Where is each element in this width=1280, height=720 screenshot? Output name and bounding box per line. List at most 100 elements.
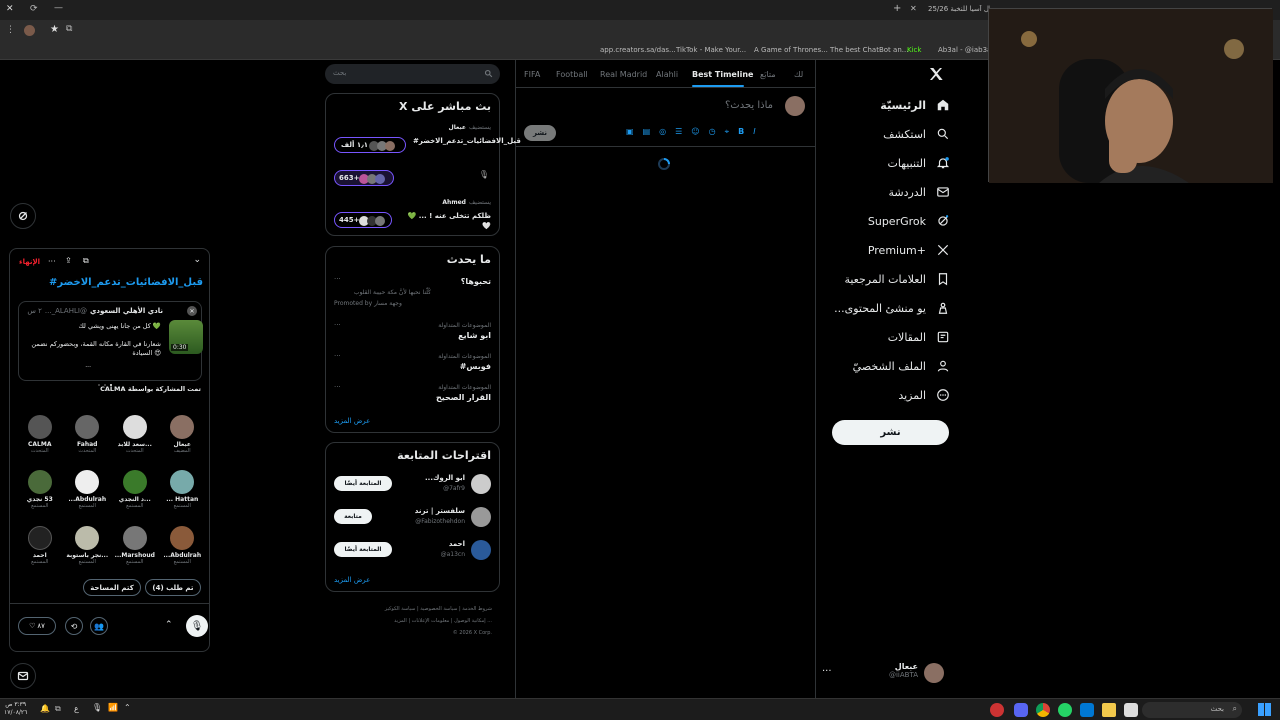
trend-1-name[interactable]: ابو شايع (458, 331, 491, 340)
participant[interactable]: Abdulrah... المستمع (64, 470, 112, 519)
tray-icon[interactable]: ⧉ (55, 704, 61, 714)
italic-icon[interactable]: I (753, 127, 755, 139)
outlook-icon[interactable] (1080, 703, 1094, 717)
gif-icon[interactable]: ▤ (643, 127, 651, 139)
footer-link[interactable]: إمكانية الوصول (454, 618, 485, 624)
schedule-icon[interactable]: ◷ (709, 127, 716, 139)
close-icon[interactable]: ✕ (6, 4, 14, 14)
mic-tray-icon[interactable]: 🎙 (92, 703, 102, 712)
search-input[interactable]: بحث (333, 69, 346, 77)
file-explorer-icon[interactable] (1102, 703, 1116, 717)
location-icon[interactable]: ⌖ (725, 127, 730, 139)
follow-2-name[interactable]: سلفستر | ترند (415, 507, 465, 515)
nav-creator[interactable]: ...يو منشئ المحتوى (820, 297, 950, 319)
bold-icon[interactable]: B (738, 127, 744, 139)
bookmark-6[interactable]: Ab3al - @iab3al | C (938, 46, 988, 54)
menu-dots-icon[interactable]: ⋮ (6, 25, 15, 35)
follow-1-name[interactable]: ...ابو الروك (425, 474, 465, 482)
tab-following[interactable]: متابَع (760, 70, 776, 79)
composer-post-button[interactable]: نشر (524, 125, 556, 141)
space-more-icon[interactable]: ··· (48, 257, 56, 266)
messages-float-button[interactable] (10, 663, 36, 689)
requests-button[interactable]: تم طلب (4) (145, 579, 201, 596)
tab-real-madrid[interactable]: Real Madrid (600, 70, 647, 79)
app-icon[interactable] (990, 703, 1004, 717)
nav-notifications[interactable]: التنبيهات (820, 152, 950, 174)
mic-button[interactable]: 🎙 (186, 615, 208, 637)
nav-home[interactable]: الرئيسيّة (820, 94, 950, 116)
bookmark-2[interactable]: TikTok - Make Your... (676, 46, 746, 54)
mute-space-button[interactable]: كتم المساحة (83, 579, 141, 596)
nav-post-button[interactable]: نشر (832, 420, 949, 445)
trend-more-icon[interactable]: ··· (334, 383, 341, 391)
follow-3-button[interactable]: المتابعة أيضًا (334, 542, 392, 557)
tab-for-you[interactable]: لك (794, 70, 803, 79)
share-icon[interactable]: ⇪ (65, 256, 72, 265)
participants-button[interactable]: 👥 (90, 617, 108, 635)
participant[interactable]: Fahad المتحدث (64, 415, 112, 464)
whatsapp-icon[interactable] (1058, 703, 1072, 717)
taskbar-search[interactable]: بحث ⌕ (1142, 702, 1242, 718)
space-end-button[interactable]: الإنهاء (19, 258, 40, 266)
tab-close-icon[interactable]: ✕ (910, 4, 917, 13)
nav-articles[interactable]: المقالات (820, 326, 950, 348)
profile-avatar[interactable] (24, 25, 35, 36)
image-icon[interactable]: ▣ (626, 127, 634, 139)
new-tab-icon[interactable]: + (893, 3, 901, 14)
promo-title[interactable]: تحبوها؟ (461, 277, 491, 286)
live-item-3-listeners[interactable]: 445+ (334, 212, 392, 228)
grok-tool-icon[interactable]: ◎ (659, 127, 666, 139)
notification-icon[interactable]: 🔔 (40, 704, 50, 713)
trend-more-icon[interactable]: ··· (334, 321, 341, 329)
tab-best-timeline[interactable]: Best Timeline (692, 70, 753, 79)
bookmark-4[interactable]: The best ChatBot an... (830, 46, 908, 54)
expand-chevron-icon[interactable]: ⌃ (165, 620, 173, 630)
minimize-space-icon[interactable]: ⧉ (83, 256, 89, 266)
nav-explore[interactable]: استكشف (820, 123, 950, 145)
reactions-button[interactable]: ♡ ٨٧ (18, 617, 56, 635)
bookmark-3[interactable]: A Game of Thrones... (754, 46, 828, 54)
collapse-chevron-icon[interactable]: ⌄ (193, 255, 201, 265)
footer-link[interactable]: سياسة الخصوصية (420, 606, 457, 612)
participant[interactable]: عبعال المضيف (159, 415, 207, 464)
footer-link[interactable]: سياسة الكوكيز (385, 606, 416, 612)
trend-2-name[interactable]: #فوبس (460, 362, 491, 371)
language-indicator[interactable]: ع (74, 704, 79, 713)
browser-tab-title[interactable]: 25/26 نهائي أبطال آسيا للنخبة (928, 5, 990, 13)
retweet-button[interactable]: ⟲ (65, 617, 83, 635)
tray-up-chevron-icon[interactable]: ⌃ (124, 703, 131, 712)
follow-show-more[interactable]: عرض المزيد (334, 576, 370, 584)
bookmark-5[interactable]: Kick (907, 46, 921, 54)
participant[interactable]: ...د النجدي المستمع (111, 470, 159, 519)
nav-bookmarks[interactable]: العلامات المرجعية (820, 268, 950, 290)
taskbar-clock[interactable]: ٣:٣٩ ص ١٧/٠٨/٢٦ (4, 701, 27, 717)
grok-float-button[interactable] (10, 203, 36, 229)
participant[interactable]: Hattan ... المستمع (159, 470, 207, 519)
live-item-1-listeners[interactable]: ١٫١ ألف (334, 137, 406, 153)
follow-1-button[interactable]: المتابعة أيضًا (334, 476, 392, 491)
tab-alahli[interactable]: Alahli (656, 70, 678, 79)
x-logo[interactable] (928, 66, 944, 82)
participant[interactable]: ...سعد للابد المتحدث (111, 415, 159, 464)
bookmark-1[interactable]: app.creators.sa/das... (600, 46, 676, 54)
participant[interactable]: CALMA المتحدث (16, 415, 64, 464)
footer-link[interactable]: شروط الخدمة (462, 606, 492, 612)
trends-show-more[interactable]: عرض المزيد (334, 417, 370, 425)
participant[interactable]: احمد المستمع (16, 525, 64, 575)
participant[interactable]: Marshoud... المستمع (111, 525, 159, 575)
windows-start-icon[interactable] (1258, 703, 1271, 716)
follow-3-name[interactable]: احمد (449, 540, 465, 548)
nav-premium[interactable]: Premium+ (820, 239, 950, 261)
minimize-icon[interactable]: — (54, 3, 63, 13)
store-icon[interactable] (1124, 703, 1138, 717)
nav-profile[interactable]: الملف الشخصيّ (820, 355, 950, 377)
participant[interactable]: Abdulrah... المستمع (159, 525, 207, 575)
emoji-icon[interactable]: ☺ (691, 127, 699, 139)
chrome-icon[interactable] (1036, 703, 1050, 717)
tune-icon[interactable]: ⧉ (66, 24, 72, 34)
follow-2-button[interactable]: متابعة (334, 509, 372, 524)
star-icon[interactable]: ★ (50, 24, 59, 35)
nav-messages[interactable]: الدردشة (820, 181, 950, 203)
participant[interactable]: 53 نجدي المستمع (16, 470, 64, 519)
live-item-2-listeners[interactable]: 663+ (334, 170, 394, 186)
